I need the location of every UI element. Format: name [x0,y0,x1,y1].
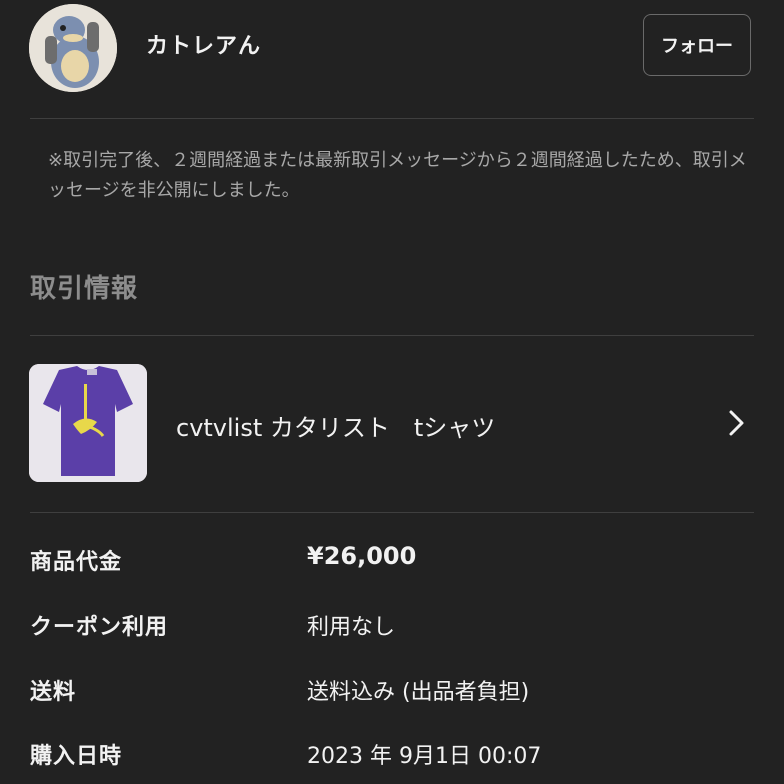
chevron-right-icon[interactable] [722,408,750,438]
seller-header: カトレアん フォロー [0,0,784,118]
seller-username[interactable]: カトレアん [146,28,261,60]
privacy-notice: ※取引完了後、２週間経過または最新取引メッセージから２週間経過したため、取引メッ… [48,150,747,201]
seller-avatar[interactable] [29,4,117,92]
transaction-page: カトレアん フォロー ※取引完了後、２週間経過または最新取引メッセージから２週間… [0,0,784,784]
detail-label: 送料 [30,680,77,705]
follow-button[interactable]: フォロー [643,14,751,76]
detail-label: 商品代金 [30,550,123,575]
detail-value: 2023 年 9月1日 00:07 [307,744,542,769]
detail-row-shipping: 送料 送料込み (出品者負担) [0,666,784,716]
detail-row-price: 商品代金 ¥26,000 [0,536,784,586]
tshirt-image [29,364,147,482]
detail-value: ¥26,000 [307,542,417,570]
divider [30,118,754,119]
detail-value: 送料込み (出品者負担) [307,680,530,705]
product-thumbnail [29,364,147,482]
detail-label: クーポン利用 [30,615,169,640]
detail-value: 利用なし [307,615,396,640]
product-name[interactable]: cvtvlist カタリスト tシャツ [176,408,495,443]
divider [30,512,754,513]
avatar-image [29,4,117,92]
section-title: 取引情報 [30,274,139,304]
detail-row-coupon: クーポン利用 利用なし [0,601,784,651]
product-row[interactable]: cvtvlist カタリスト tシャツ [0,336,784,512]
detail-row-purchase-date: 購入日時 2023 年 9月1日 00:07 [0,730,784,780]
detail-label: 購入日時 [30,744,123,769]
